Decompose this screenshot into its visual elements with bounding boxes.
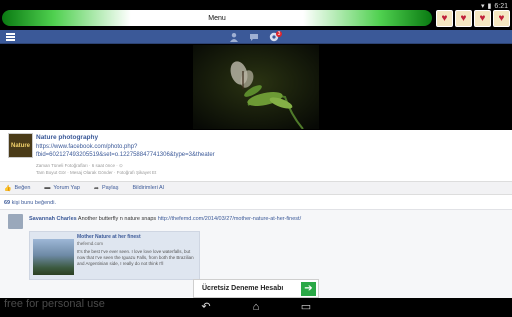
watermark-text: free for personal use: [4, 298, 105, 310]
heart-app-icon[interactable]: ♥: [455, 10, 472, 27]
back-icon[interactable]: ↶: [198, 302, 214, 313]
share-button[interactable]: ➦ Paylaş: [94, 185, 119, 192]
status-indicators: ▾ ▮ 6:21: [481, 2, 508, 11]
friend-requests-icon[interactable]: [229, 32, 239, 42]
post-actions-bar: 👍 Beğen ▬ Yorum Yap ➦ Paylaş Bildirimler…: [0, 181, 512, 195]
menu-label: Menu: [208, 14, 226, 22]
comment-body: Another butterfly n nature snaps: [76, 216, 158, 222]
messages-icon[interactable]: [249, 32, 259, 42]
heart-app-icon[interactable]: ♥: [436, 10, 453, 27]
post-meta: Zaman Tüneli Fotoğrafları · 6 saat önce …: [36, 162, 156, 176]
heart-app-icon[interactable]: ♥: [493, 10, 510, 27]
battery-icon: ▮: [487, 3, 492, 10]
post-meta-line1: Zaman Tüneli Fotoğrafları · 6 saat önce …: [36, 163, 123, 168]
home-icon[interactable]: ⌂: [248, 302, 264, 313]
link-attachment[interactable]: Mother Nature at her finest thefemd.com …: [29, 231, 200, 280]
commenter-name[interactable]: Savannah Charles: [29, 216, 77, 222]
thumbs-up-icon: 👍: [4, 185, 12, 192]
page-name-link[interactable]: Nature photography: [36, 134, 98, 141]
likes-summary[interactable]: 69 kişi bunu beğendi.: [4, 200, 56, 206]
commenter-avatar[interactable]: [8, 214, 23, 229]
post-content: Nature Nature photography https://www.fa…: [0, 130, 512, 298]
post-meta-line2[interactable]: Tam Boyut Gör · Mesaj Olarak Gönder · Fo…: [36, 169, 156, 176]
post-photo[interactable]: [193, 45, 319, 129]
likes-text: kişi bunu beğendi.: [10, 200, 56, 206]
comment-label: Yorum Yap: [53, 185, 80, 191]
hamburger-menu-icon[interactable]: [6, 33, 15, 41]
like-button[interactable]: 👍 Beğen: [4, 185, 30, 192]
attachment-domain: thefemd.com: [77, 241, 104, 246]
facebook-top-bar: 3: [0, 30, 512, 44]
comment-icon: ▬: [44, 185, 51, 191]
notify-button[interactable]: Bildirimleri Al: [132, 185, 163, 191]
attachment-title: Mother Nature at her finest: [77, 234, 141, 240]
share-label: Paylaş: [101, 185, 119, 191]
ad-text: Ücretsiz Deneme Hesabı: [202, 285, 284, 292]
menu-bar[interactable]: Menu: [2, 10, 432, 26]
attachment-description: It's the best I've ever seen. I love lov…: [77, 249, 194, 266]
comment-link[interactable]: http://thefemd.com/2014/03/27/mother-nat…: [158, 216, 301, 222]
arrow-right-icon[interactable]: ➔: [301, 282, 316, 296]
attachment-thumbnail: [33, 239, 74, 275]
butterfly-photo-image: [193, 45, 319, 129]
page-avatar[interactable]: Nature: [8, 133, 33, 158]
wifi-icon: ▾: [481, 3, 485, 10]
status-time: 6:21: [494, 2, 508, 10]
comment-text: Savannah Charles Another butterfly n nat…: [29, 215, 329, 223]
notification-count-badge: 3: [276, 31, 282, 37]
comment-button[interactable]: ▬ Yorum Yap: [44, 185, 80, 191]
post-url-link[interactable]: https://www.facebook.com/photo.php?fbid=…: [36, 143, 236, 159]
status-bar: Menu ♥ ♥ ♥ ♥ ▾ ▮ 6:21: [0, 0, 512, 30]
recents-icon[interactable]: ▭: [298, 302, 314, 313]
heart-app-icon[interactable]: ♥: [474, 10, 491, 27]
share-icon: ➦: [93, 185, 99, 192]
notify-label: Bildirimleri Al: [132, 185, 164, 191]
ad-banner[interactable]: Ücretsiz Deneme Hesabı ➔: [193, 279, 319, 298]
like-label: Beğen: [14, 185, 31, 191]
